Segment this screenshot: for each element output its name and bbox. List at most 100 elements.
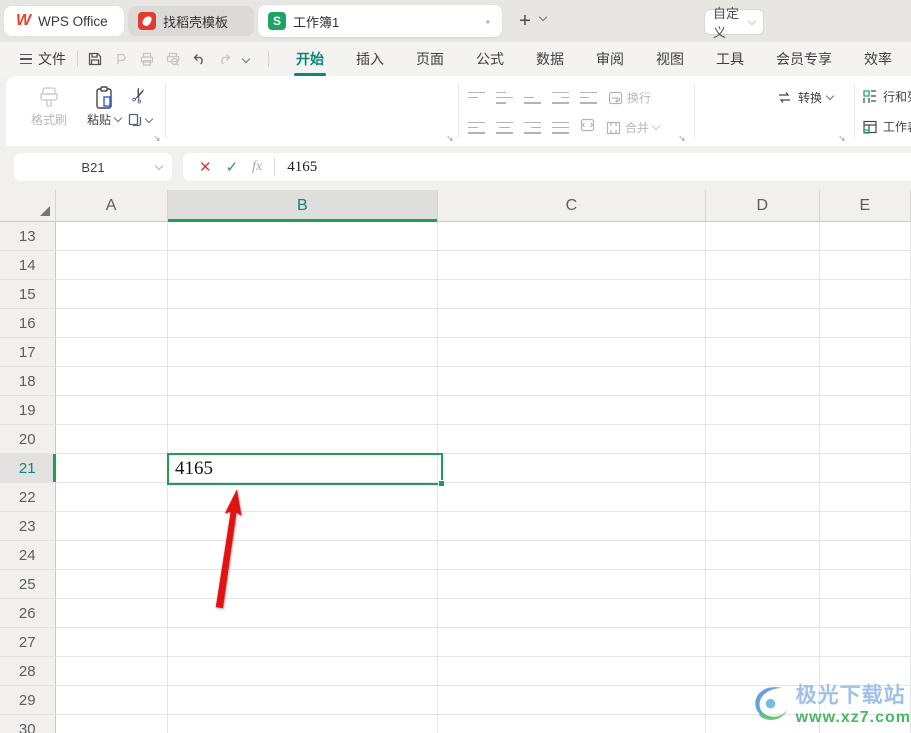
alignment-expand-icon[interactable]: ↘ [678, 133, 686, 144]
copy-button[interactable] [127, 112, 153, 128]
undo-button[interactable] [188, 49, 210, 69]
wrap-text-button[interactable]: 换行 [608, 89, 651, 106]
row-header-18[interactable]: 18 [0, 367, 56, 396]
align-middle-icon[interactable] [496, 91, 513, 105]
paste-chevron-icon[interactable] [113, 113, 123, 123]
cell-A28[interactable] [55, 657, 168, 686]
ribbon-tab-开始[interactable]: 开始 [280, 42, 340, 76]
cell-C23[interactable] [438, 512, 706, 541]
cell-B28[interactable] [167, 657, 439, 686]
cell-D23[interactable] [705, 512, 820, 541]
cell-A16[interactable] [55, 309, 168, 338]
cell-B27[interactable] [167, 628, 439, 657]
cell-B23[interactable] [167, 512, 439, 541]
more-quick-actions-chevron-icon[interactable] [241, 54, 251, 64]
cell-D24[interactable] [705, 541, 820, 570]
column-header-B[interactable]: B [167, 190, 439, 222]
row-header-19[interactable]: 19 [0, 396, 56, 425]
row-header-27[interactable]: 27 [0, 628, 56, 657]
row-header-15[interactable]: 15 [0, 280, 56, 309]
name-box-chevron-icon[interactable] [154, 161, 164, 170]
align-center-icon[interactable] [496, 121, 513, 135]
cell-E18[interactable] [819, 367, 911, 396]
cell-C30[interactable] [438, 715, 706, 733]
cell-E26[interactable] [819, 599, 911, 628]
justify-icon[interactable] [552, 121, 569, 135]
cell-A24[interactable] [55, 541, 168, 570]
row-header-29[interactable]: 29 [0, 686, 56, 715]
export-pdf-button[interactable] [110, 49, 132, 69]
align-right-icon[interactable] [524, 121, 541, 135]
cell-D22[interactable] [705, 483, 820, 512]
active-cell-selection[interactable]: 4165 [167, 453, 445, 487]
cell-B30[interactable] [167, 715, 439, 733]
cell-C27[interactable] [438, 628, 706, 657]
column-header-C[interactable]: C [438, 190, 706, 221]
cell-B14[interactable] [167, 251, 439, 280]
worksheet-button[interactable]: 工作表 [862, 118, 911, 135]
paste-button[interactable]: 粘贴 [80, 85, 128, 128]
file-menu-button[interactable]: 文件 [20, 49, 66, 69]
cell-B24[interactable] [167, 541, 439, 570]
row-header-25[interactable]: 25 [0, 570, 56, 599]
cell-E25[interactable] [819, 570, 911, 599]
cell-C28[interactable] [438, 657, 706, 686]
font-expand-icon[interactable]: ↘ [446, 133, 454, 144]
row-header-28[interactable]: 28 [0, 657, 56, 686]
merge-chevron-icon[interactable] [651, 121, 661, 131]
cell-C15[interactable] [438, 280, 706, 309]
cell-A21[interactable] [55, 454, 168, 483]
cell-E13[interactable] [819, 222, 911, 251]
formula-input-value[interactable]: 4165 [287, 159, 317, 176]
cell-C13[interactable] [438, 222, 706, 251]
cell-A27[interactable] [55, 628, 168, 657]
cell-E23[interactable] [819, 512, 911, 541]
cell-C17[interactable] [438, 338, 706, 367]
row-header-24[interactable]: 24 [0, 541, 56, 570]
cell-C14[interactable] [438, 251, 706, 280]
clipboard-expand-icon[interactable]: ↘ [153, 133, 161, 144]
cell-B18[interactable] [167, 367, 439, 396]
text-orientation-icon[interactable] [580, 118, 595, 137]
name-box[interactable]: B21 [14, 153, 172, 181]
convert-chevron-icon[interactable] [825, 91, 835, 101]
print-button[interactable] [136, 49, 158, 69]
redo-button[interactable] [214, 49, 236, 69]
cell-A23[interactable] [55, 512, 168, 541]
merge-cells-button[interactable]: 合并 [606, 119, 661, 136]
cell-A22[interactable] [55, 483, 168, 512]
ribbon-tab-审阅[interactable]: 审阅 [580, 42, 640, 76]
ribbon-tab-数据[interactable]: 数据 [520, 42, 580, 76]
cell-D27[interactable] [705, 628, 820, 657]
tab-list-chevron-icon[interactable] [538, 12, 548, 22]
column-header-E[interactable]: E [820, 190, 911, 221]
cell-D16[interactable] [705, 309, 820, 338]
ribbon-tab-视图[interactable]: 视图 [640, 42, 700, 76]
cell-D26[interactable] [705, 599, 820, 628]
formula-input-area[interactable]: ✕ ✓ fx 4165 [183, 153, 911, 181]
row-header-14[interactable]: 14 [0, 251, 56, 280]
convert-button[interactable]: 转换 [776, 89, 835, 106]
decrease-indent-icon[interactable] [552, 91, 569, 105]
cell-C18[interactable] [438, 367, 706, 396]
cancel-entry-icon[interactable]: ✕ [199, 158, 212, 176]
cell-B29[interactable] [167, 686, 439, 715]
row-header-23[interactable]: 23 [0, 512, 56, 541]
insert-function-icon[interactable]: fx [252, 159, 262, 175]
cell-D18[interactable] [705, 367, 820, 396]
cut-button[interactable]: ✂ [124, 83, 154, 128]
cell-A30[interactable] [55, 715, 168, 733]
cell-A18[interactable] [55, 367, 168, 396]
cell-D25[interactable] [705, 570, 820, 599]
ribbon-tab-公式[interactable]: 公式 [460, 42, 520, 76]
cell-E22[interactable] [819, 483, 911, 512]
cell-A14[interactable] [55, 251, 168, 280]
cell-B16[interactable] [167, 309, 439, 338]
ribbon-tab-工具[interactable]: 工具 [700, 42, 760, 76]
cell-A19[interactable] [55, 396, 168, 425]
copy-chevron-icon[interactable] [144, 114, 153, 123]
cell-C19[interactable] [438, 396, 706, 425]
cell-B20[interactable] [167, 425, 439, 454]
cell-B25[interactable] [167, 570, 439, 599]
cell-A20[interactable] [55, 425, 168, 454]
